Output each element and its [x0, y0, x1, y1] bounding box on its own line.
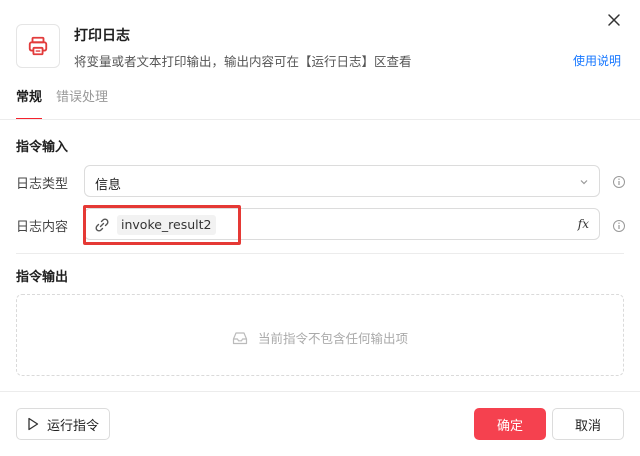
log-content-label: 日志内容 — [16, 220, 69, 235]
cancel-button[interactable]: 取消 — [552, 408, 624, 440]
input-section-title: 指令输入 — [16, 140, 69, 155]
section-divider — [16, 253, 624, 254]
chevron-down-icon — [580, 180, 588, 185]
log-type-value: 信息 — [95, 178, 122, 193]
run-command-button[interactable]: 运行指令 — [16, 408, 110, 440]
variable-chip[interactable]: invoke_result2 — [117, 215, 216, 235]
tab-general[interactable]: 常规 — [16, 88, 43, 120]
output-section-title: 指令输出 — [16, 270, 69, 285]
printer-icon — [28, 36, 48, 56]
log-type-info-icon[interactable] — [612, 175, 626, 189]
run-command-label: 运行指令 — [46, 418, 99, 434]
log-content-info-icon[interactable] — [612, 219, 626, 233]
tab-bar: 常规 错误处理 — [16, 88, 122, 120]
log-content-input[interactable]: invoke_result2 fx — [84, 208, 600, 240]
footer-divider — [0, 391, 640, 392]
tab-error-handling[interactable]: 错误处理 — [56, 88, 108, 120]
link-icon — [95, 218, 109, 232]
log-type-select[interactable]: 信息 — [84, 165, 600, 197]
confirm-button[interactable]: 确定 — [474, 408, 546, 440]
dialog-title: 打印日志 — [74, 28, 130, 44]
fx-icon[interactable]: fx — [578, 217, 589, 231]
output-empty-area: 当前指令不包含任何输出项 — [16, 294, 624, 376]
play-icon — [28, 417, 39, 431]
dialog-subtitle: 将变量或者文本打印输出，输出内容可在【运行日志】区查看 — [74, 54, 412, 69]
log-type-label: 日志类型 — [16, 177, 69, 192]
tab-divider — [0, 119, 640, 120]
empty-state: 当前指令不包含任何输出项 — [17, 328, 623, 347]
app-icon-box — [16, 24, 60, 68]
dialog-header: 打印日志 将变量或者文本打印输出，输出内容可在【运行日志】区查看 使用说明 — [16, 22, 624, 72]
empty-text: 当前指令不包含任何输出项 — [257, 331, 408, 346]
help-link[interactable]: 使用说明 — [573, 52, 621, 69]
inbox-icon — [232, 331, 248, 344]
